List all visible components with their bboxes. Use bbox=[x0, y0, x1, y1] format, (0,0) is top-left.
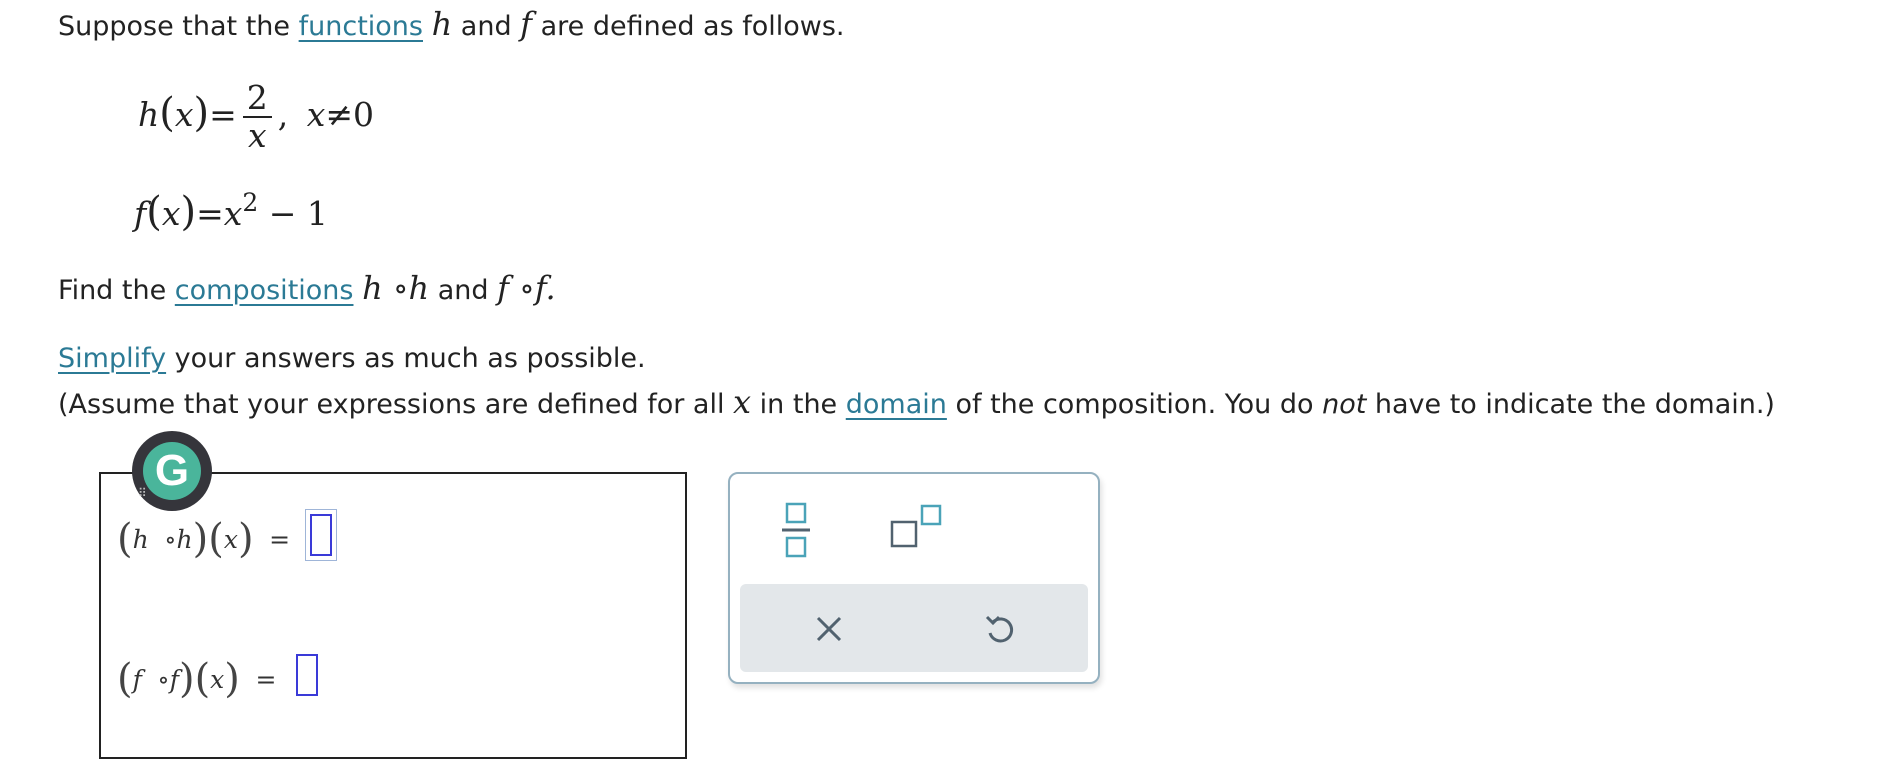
answer-row-fof: (f ∘f)(x) = bbox=[117, 654, 318, 702]
find-text: Find the compositions h ∘h and f ∘f. bbox=[58, 269, 556, 307]
h-fraction: 2x bbox=[242, 80, 272, 154]
superscript-button[interactable] bbox=[890, 504, 946, 554]
clear-button[interactable] bbox=[814, 614, 844, 648]
var-f: f bbox=[520, 5, 533, 43]
grammarly-icon: G bbox=[143, 442, 201, 500]
close-icon bbox=[816, 616, 842, 642]
assume-text: (Assume that your expressions are define… bbox=[58, 383, 1775, 421]
grammarly-button[interactable]: G ⠿ bbox=[132, 431, 212, 511]
f-definition: f(x)=x2 − 1 bbox=[134, 188, 328, 235]
palette-actions bbox=[740, 584, 1088, 672]
undo-icon bbox=[985, 615, 1014, 643]
drag-handle-icon[interactable]: ⠿ bbox=[138, 487, 147, 499]
fraction-button[interactable] bbox=[778, 502, 814, 562]
intro-text: Suppose that the functions h and f are d… bbox=[58, 5, 845, 43]
h-definition: h(x)= 2 x, x≠0 bbox=[138, 78, 375, 155]
answer-row-hoh: (h ∘h)(x) = bbox=[117, 514, 332, 562]
functions-link[interactable]: functions bbox=[299, 11, 423, 42]
hoh-answer-input[interactable] bbox=[309, 514, 332, 556]
simplify-text: Simplify your answers as much as possibl… bbox=[58, 343, 646, 374]
compositions-link[interactable]: compositions bbox=[175, 275, 354, 306]
fraction-icon bbox=[782, 502, 810, 558]
fof-answer-input[interactable] bbox=[295, 654, 318, 696]
undo-button[interactable] bbox=[984, 612, 1016, 650]
var-h: h bbox=[431, 5, 453, 43]
simplify-link[interactable]: Simplify bbox=[58, 343, 166, 374]
answer-box: (h ∘h)(x) = (f ∘f)(x) = bbox=[99, 472, 687, 759]
domain-link[interactable]: domain bbox=[846, 389, 947, 420]
superscript-icon bbox=[890, 504, 942, 548]
math-palette bbox=[728, 472, 1100, 684]
